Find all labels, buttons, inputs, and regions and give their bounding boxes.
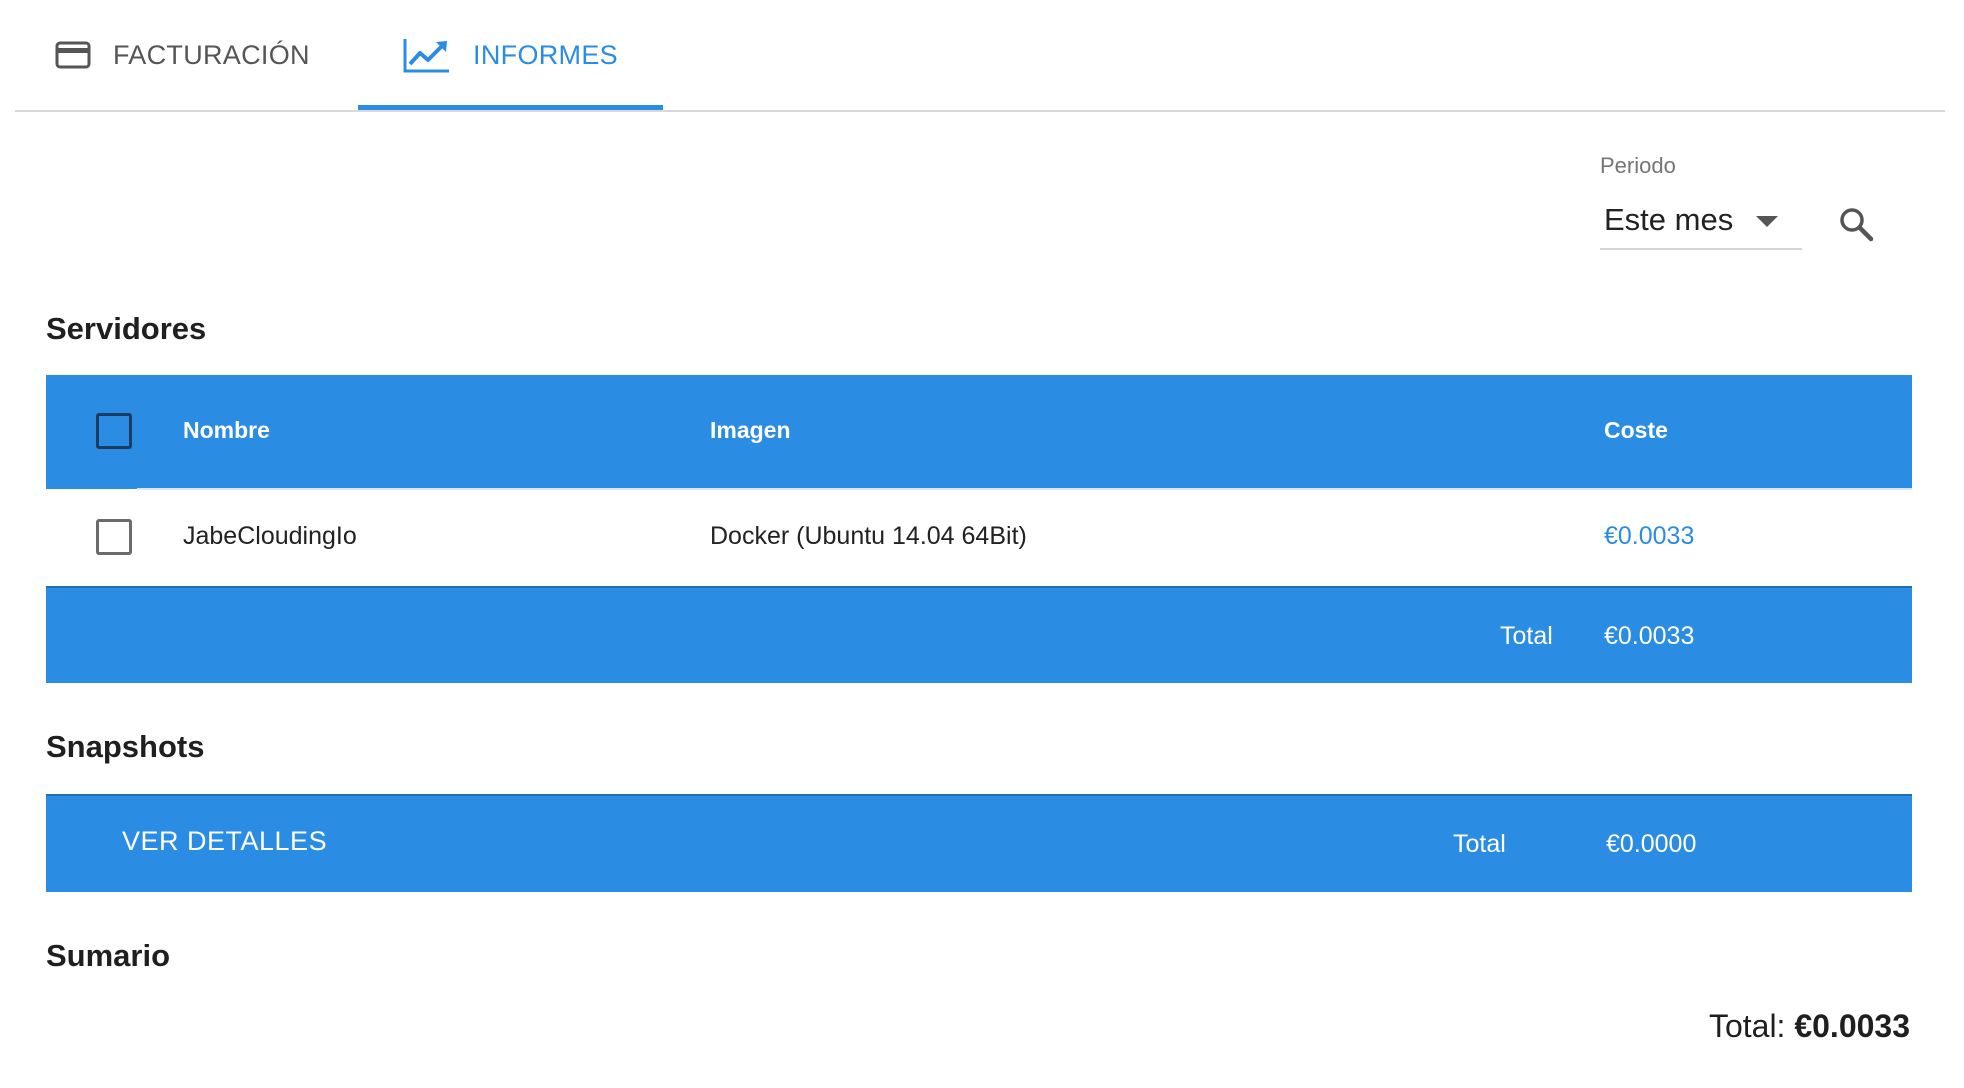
row-checkbox[interactable] <box>96 519 132 555</box>
snapshots-total-label: Total <box>1453 830 1506 858</box>
search-icon <box>1840 208 1874 242</box>
snapshots-bar: VER DETALLES Total €0.0000 <box>46 794 1912 892</box>
search-button[interactable] <box>1836 204 1878 246</box>
servers-section-title: Servidores <box>46 311 207 346</box>
tab-reports[interactable]: INFORMES <box>358 0 663 110</box>
tab-billing[interactable]: FACTURACIÓN <box>55 0 310 110</box>
table-row[interactable]: JabeCloudingIo Docker (Ubuntu 14.04 64Bi… <box>46 489 1912 586</box>
summary-total: Total: €0.0033 <box>1709 1008 1910 1045</box>
period-select-value: Este mes <box>1604 202 1734 237</box>
column-header-name[interactable]: Nombre <box>183 417 270 444</box>
summary-total-value: €0.0033 <box>1794 1008 1910 1044</box>
period-label: Periodo <box>1600 153 1676 178</box>
snapshots-total-value: €0.0000 <box>1606 830 1697 858</box>
select-all-checkbox[interactable] <box>96 413 132 449</box>
servers-table-footer: Total €0.0033 <box>46 586 1912 683</box>
trending-up-icon <box>403 37 451 73</box>
servers-table-header: Nombre Imagen Coste <box>46 375 1912 489</box>
summary-section-title: Sumario <box>46 938 171 973</box>
row-divider <box>137 488 1912 490</box>
view-details-button[interactable]: VER DETALLES <box>122 826 327 857</box>
column-header-image[interactable]: Imagen <box>710 417 791 444</box>
credit-card-icon <box>55 41 91 69</box>
servers-total-value: €0.0033 <box>1604 622 1695 650</box>
tabs-divider <box>15 110 1945 112</box>
chevron-down-icon <box>1756 216 1778 227</box>
server-cost-link[interactable]: €0.0033 <box>1604 522 1694 551</box>
column-header-cost[interactable]: Coste <box>1604 417 1668 444</box>
server-image: Docker (Ubuntu 14.04 64Bit) <box>710 522 1027 550</box>
summary-total-label: Total: <box>1708 1008 1786 1044</box>
period-select[interactable]: Este mes <box>1600 196 1802 250</box>
servers-total-label: Total <box>1500 622 1553 650</box>
server-name: JabeCloudingIo <box>183 522 357 550</box>
tab-billing-label: FACTURACIÓN <box>113 39 310 70</box>
snapshots-section-title: Snapshots <box>46 729 205 764</box>
tab-reports-label: INFORMES <box>473 39 618 70</box>
